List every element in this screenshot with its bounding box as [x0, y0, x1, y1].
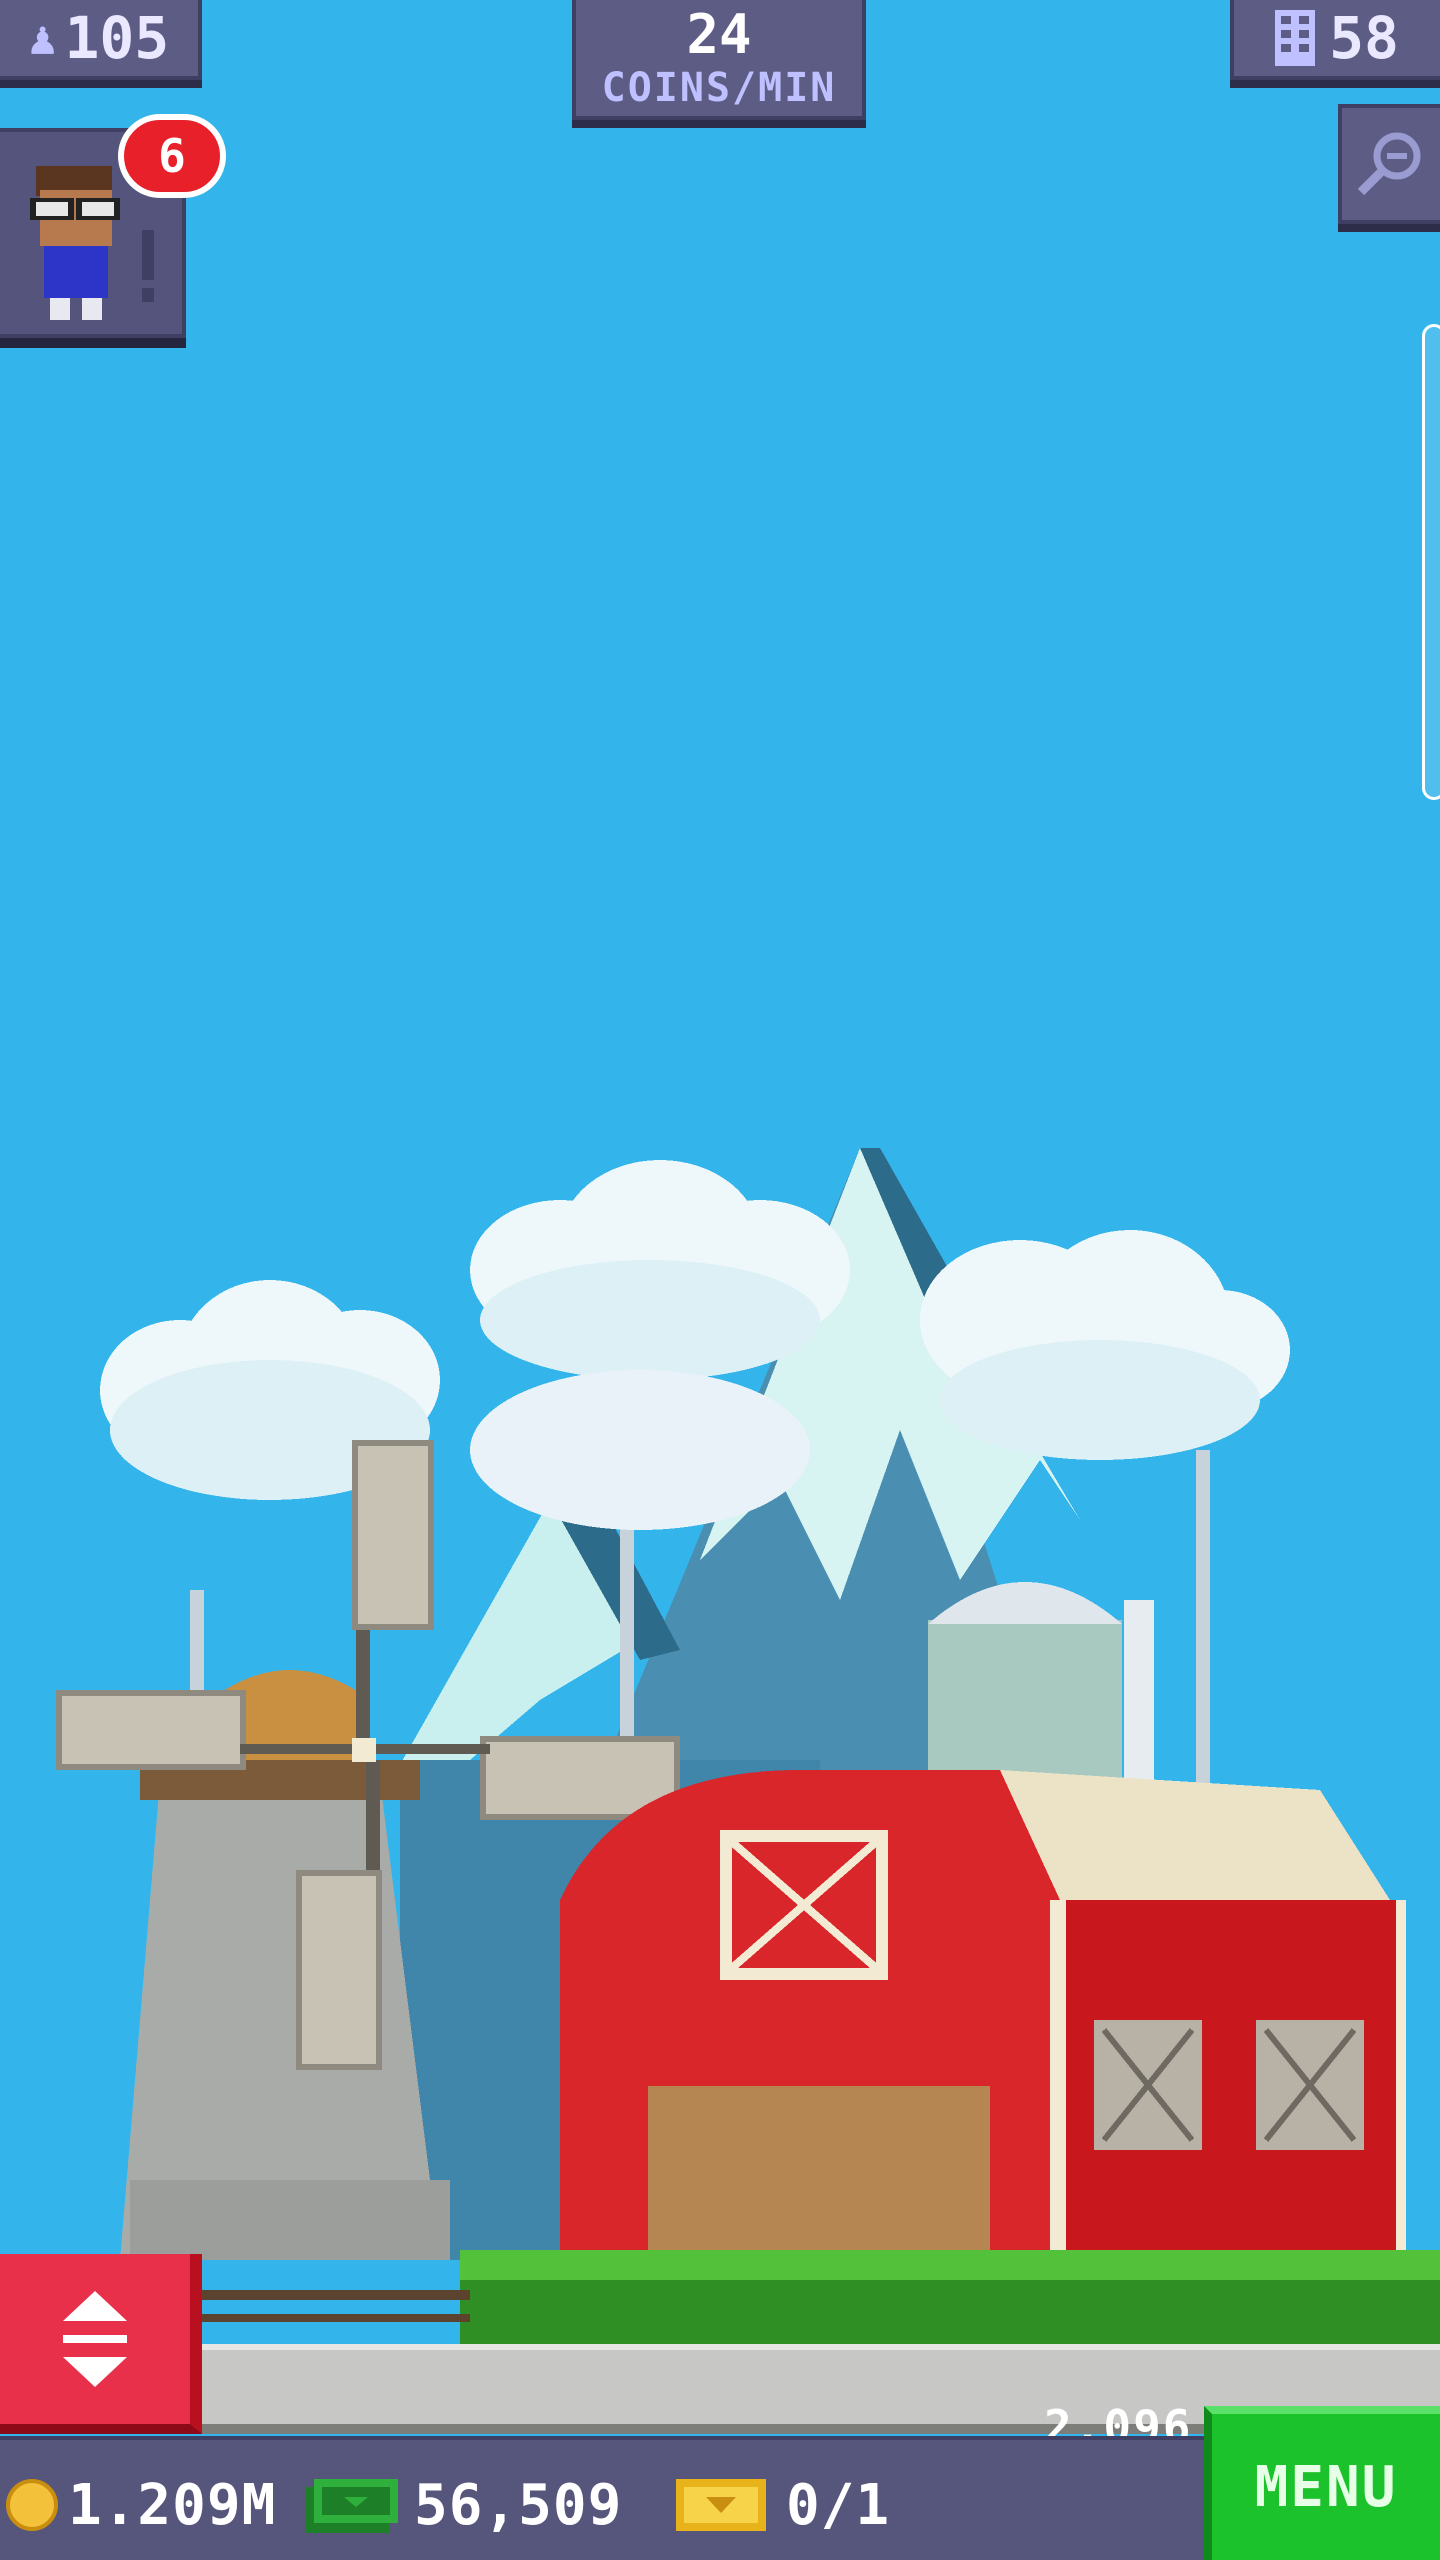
vip-display[interactable]: 0/1 [676, 2468, 890, 2542]
tower-bux-icon [306, 2479, 398, 2533]
coins-per-minute-panel[interactable]: 24 COINS/MIN [572, 0, 866, 120]
bux-value: 56,509 [414, 2472, 623, 2538]
building-icon [1275, 10, 1316, 66]
vip-value: 0/1 [786, 2472, 891, 2538]
coins-value: 1.209M [68, 2472, 277, 2538]
silo [928, 1582, 1154, 1780]
population-value: 105 [64, 4, 170, 72]
menu-button[interactable]: MENU [1204, 2406, 1440, 2560]
barn [560, 1770, 1406, 2260]
golden-ticket-icon [676, 2479, 766, 2531]
population-counter[interactable]: ♟ 105 [0, 0, 202, 80]
fence [200, 2290, 470, 2322]
elevator-button[interactable] [0, 2254, 202, 2434]
person-icon: ♟ [28, 11, 57, 65]
coins-per-minute-value: 24 [686, 3, 752, 66]
notification-badge[interactable]: 6 [118, 114, 226, 198]
grass [460, 2250, 1440, 2344]
floor-count-value: 58 [1329, 4, 1399, 72]
coins-display[interactable]: 1.209M [6, 2468, 276, 2542]
tower-rooftop-scene[interactable] [0, 0, 1440, 2560]
side-scroll-handle[interactable] [1422, 324, 1440, 800]
zoom-out-button[interactable] [1338, 104, 1440, 224]
coin-icon [6, 2479, 58, 2531]
coins-per-minute-label: COINS/MIN [601, 65, 837, 111]
up-down-arrows-icon [63, 2291, 127, 2387]
zoom-out-magnifier-icon [1357, 132, 1421, 196]
bux-display[interactable]: 56,509 [306, 2468, 622, 2542]
floor-counter[interactable]: 58 [1230, 0, 1440, 80]
